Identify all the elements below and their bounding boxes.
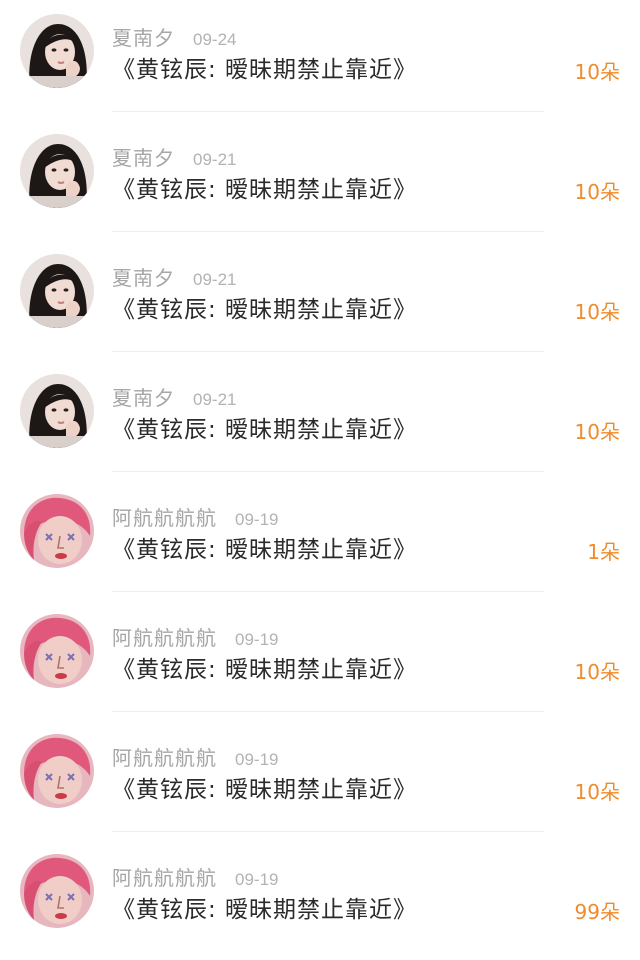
book-title[interactable]: 《黄铉辰: 暧昧期禁止靠近》 bbox=[112, 290, 417, 324]
username[interactable]: 阿航航航航 bbox=[112, 502, 217, 531]
username[interactable]: 夏南夕 bbox=[112, 382, 175, 411]
flower-count: 10朵 bbox=[574, 780, 620, 804]
username[interactable]: 夏南夕 bbox=[112, 22, 175, 51]
list-item[interactable]: 阿航航航航 09-19 《黄铉辰: 暧昧期禁止靠近》 10朵 bbox=[0, 720, 640, 840]
book-title[interactable]: 《黄铉辰: 暧昧期禁止靠近》 bbox=[112, 650, 417, 684]
book-title[interactable]: 《黄铉辰: 暧昧期禁止靠近》 bbox=[112, 170, 417, 204]
dark-hair-avatar-icon[interactable] bbox=[20, 374, 94, 448]
item-meta: 夏南夕 09-24 bbox=[112, 22, 236, 50]
dark-hair-avatar-icon[interactable] bbox=[20, 254, 94, 328]
username[interactable]: 阿航航航航 bbox=[112, 742, 217, 771]
book-title[interactable]: 《黄铉辰: 暧昧期禁止靠近》 bbox=[112, 530, 417, 564]
list-item[interactable]: 阿航航航航 09-19 《黄铉辰: 暧昧期禁止靠近》 10朵 bbox=[0, 600, 640, 720]
gift-date: 09-21 bbox=[193, 390, 237, 409]
pink-hair-avatar-icon[interactable] bbox=[20, 494, 94, 568]
flower-count: 10朵 bbox=[574, 420, 620, 444]
pink-hair-avatar-icon[interactable] bbox=[20, 854, 94, 928]
username[interactable]: 夏南夕 bbox=[112, 142, 175, 171]
list-item[interactable]: 阿航航航航 09-19 《黄铉辰: 暧昧期禁止靠近》 99朵 bbox=[0, 840, 640, 960]
dark-hair-avatar-icon[interactable] bbox=[20, 134, 94, 208]
item-meta: 阿航航航航 09-19 bbox=[112, 502, 278, 530]
username[interactable]: 夏南夕 bbox=[112, 262, 175, 291]
flower-count: 1朵 bbox=[587, 540, 620, 564]
gift-record-list: 夏南夕 09-24 《黄铉辰: 暧昧期禁止靠近》 10朵 夏南夕 09-21 《… bbox=[0, 0, 640, 941]
gift-date: 09-19 bbox=[235, 510, 279, 529]
item-meta: 阿航航航航 09-19 bbox=[112, 862, 278, 890]
gift-date: 09-21 bbox=[193, 270, 237, 289]
item-meta: 夏南夕 09-21 bbox=[112, 262, 236, 290]
gift-date: 09-21 bbox=[193, 150, 237, 169]
divider bbox=[112, 471, 544, 472]
divider bbox=[112, 711, 544, 712]
pink-hair-avatar-icon[interactable] bbox=[20, 614, 94, 688]
item-meta: 夏南夕 09-21 bbox=[112, 382, 236, 410]
list-item[interactable]: 夏南夕 09-21 《黄铉辰: 暧昧期禁止靠近》 10朵 bbox=[0, 120, 640, 240]
divider bbox=[112, 591, 544, 592]
book-title[interactable]: 《黄铉辰: 暧昧期禁止靠近》 bbox=[112, 50, 417, 84]
pink-hair-avatar-icon[interactable] bbox=[20, 734, 94, 808]
item-meta: 夏南夕 09-21 bbox=[112, 142, 236, 170]
divider bbox=[112, 111, 544, 112]
divider bbox=[112, 351, 544, 352]
gift-date: 09-19 bbox=[235, 630, 279, 649]
flower-count: 99朵 bbox=[574, 900, 620, 924]
dark-hair-avatar-icon[interactable] bbox=[20, 14, 94, 88]
flower-count: 10朵 bbox=[574, 660, 620, 684]
list-item[interactable]: 夏南夕 09-21 《黄铉辰: 暧昧期禁止靠近》 10朵 bbox=[0, 360, 640, 480]
list-item[interactable]: 夏南夕 09-24 《黄铉辰: 暧昧期禁止靠近》 10朵 bbox=[0, 0, 640, 120]
divider bbox=[112, 231, 544, 232]
item-meta: 阿航航航航 09-19 bbox=[112, 742, 278, 770]
flower-count: 10朵 bbox=[574, 300, 620, 324]
divider bbox=[112, 831, 544, 832]
book-title[interactable]: 《黄铉辰: 暧昧期禁止靠近》 bbox=[112, 410, 417, 444]
username[interactable]: 阿航航航航 bbox=[112, 622, 217, 651]
username[interactable]: 阿航航航航 bbox=[112, 862, 217, 891]
item-meta: 阿航航航航 09-19 bbox=[112, 622, 278, 650]
list-item[interactable]: 阿航航航航 09-19 《黄铉辰: 暧昧期禁止靠近》 1朵 bbox=[0, 480, 640, 600]
list-item[interactable]: 夏南夕 09-21 《黄铉辰: 暧昧期禁止靠近》 10朵 bbox=[0, 240, 640, 360]
book-title[interactable]: 《黄铉辰: 暧昧期禁止靠近》 bbox=[112, 770, 417, 804]
flower-count: 10朵 bbox=[574, 60, 620, 84]
gift-date: 09-24 bbox=[193, 30, 237, 49]
book-title[interactable]: 《黄铉辰: 暧昧期禁止靠近》 bbox=[112, 890, 417, 924]
gift-date: 09-19 bbox=[235, 870, 279, 889]
flower-count: 10朵 bbox=[574, 180, 620, 204]
gift-date: 09-19 bbox=[235, 750, 279, 769]
